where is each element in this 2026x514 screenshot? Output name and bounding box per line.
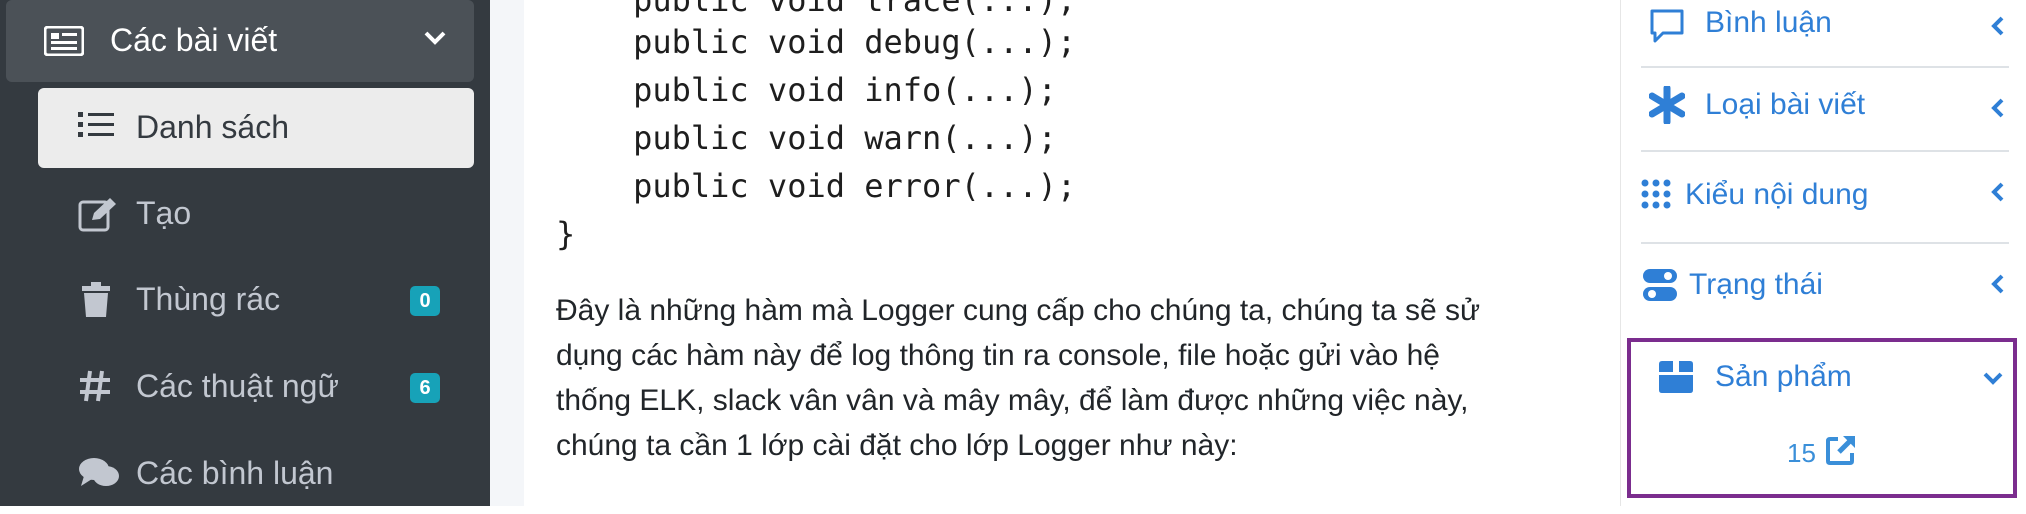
paragraph-line: thống ELK, slack vân vân và mây mây, để … [556,384,1469,417]
products-label: Sản phẩm [1715,360,1852,393]
rside-item-label: Bình luận [1705,6,1832,39]
rside-item-label: Kiểu nội dung [1685,178,1869,211]
rside-item-label: Trạng thái [1689,268,1823,301]
nav-posts-parent[interactable]: Các bài viết [6,0,474,82]
chevron-left-icon [1991,98,2005,123]
nav-item-create[interactable]: Tạo [38,174,474,254]
nav-item-label: Các bình luận [136,455,334,491]
code-line: public void error(...); [556,167,1077,205]
list-icon [78,110,118,146]
hashtag-icon [78,369,118,405]
trash-icon [78,282,118,318]
grid-icon [1641,179,1671,214]
article-paragraph: Đây là những hàm mà Logger cung cấp cho … [556,288,1556,468]
nav-item-label: Các thuật ngữ [136,368,339,404]
toggle-icon [1643,268,1677,307]
chevron-down-icon [424,30,446,51]
terms-count-badge: 6 [410,373,440,403]
nav-posts-label: Các bài viết [110,22,278,58]
nav-item-trash[interactable]: Thùng rác 0 [38,260,474,340]
external-link-icon[interactable] [1825,434,1857,471]
newspaper-icon [43,25,85,61]
chevron-left-icon [1991,182,2005,207]
chevron-left-icon [1991,274,2005,299]
code-block: public void trace(...); public void debu… [556,0,1076,336]
chevron-down-icon [1983,372,2003,391]
paragraph-line: chúng ta cần 1 lớp cài đặt cho lớp Logge… [556,429,1238,462]
box-icon [1657,360,1695,399]
nav-item-label: Tạo [136,195,192,231]
rside-item-content-types[interactable]: Kiểu nội dung [1641,152,2009,244]
trash-count-badge: 0 [410,286,440,316]
chevron-left-icon [1991,16,2005,41]
products-panel[interactable]: Sản phẩm 15 [1627,338,2017,498]
nav-item-list[interactable]: Danh sách [38,88,474,168]
code-line: public void info(...); [556,71,1057,109]
comments-icon [78,456,119,492]
products-count: 15 [1787,438,1816,468]
paragraph-line: Đây là những hàm mà Logger cung cấp cho … [556,294,1481,327]
code-line: public void warn(...); [556,119,1057,157]
nav-item-label: Thùng rác [136,281,281,317]
asterisk-icon [1648,84,1686,129]
left-sidebar: Các bài viết Danh sách Tạo Thùng rác 0 C… [0,0,490,506]
code-line: } [556,215,576,253]
paragraph-line: dụng các hàm này để log thông tin ra con… [556,339,1440,372]
rside-item-post-types[interactable]: Loại bài viết [1641,68,2009,152]
edit-icon [78,196,118,232]
rside-item-status[interactable]: Trạng thái [1641,244,2009,332]
rside-item-label: Loại bài viết [1705,88,1866,121]
nav-item-label: Danh sách [136,109,289,145]
rside-item-comments[interactable]: Bình luận [1641,0,2009,68]
content-gutter [490,0,524,506]
code-line: public void debug(...); [556,23,1077,61]
comment-icon [1649,8,1685,49]
nav-item-comments[interactable]: Các bình luận [38,434,474,514]
nav-item-terms[interactable]: Các thuật ngữ 6 [38,347,474,427]
